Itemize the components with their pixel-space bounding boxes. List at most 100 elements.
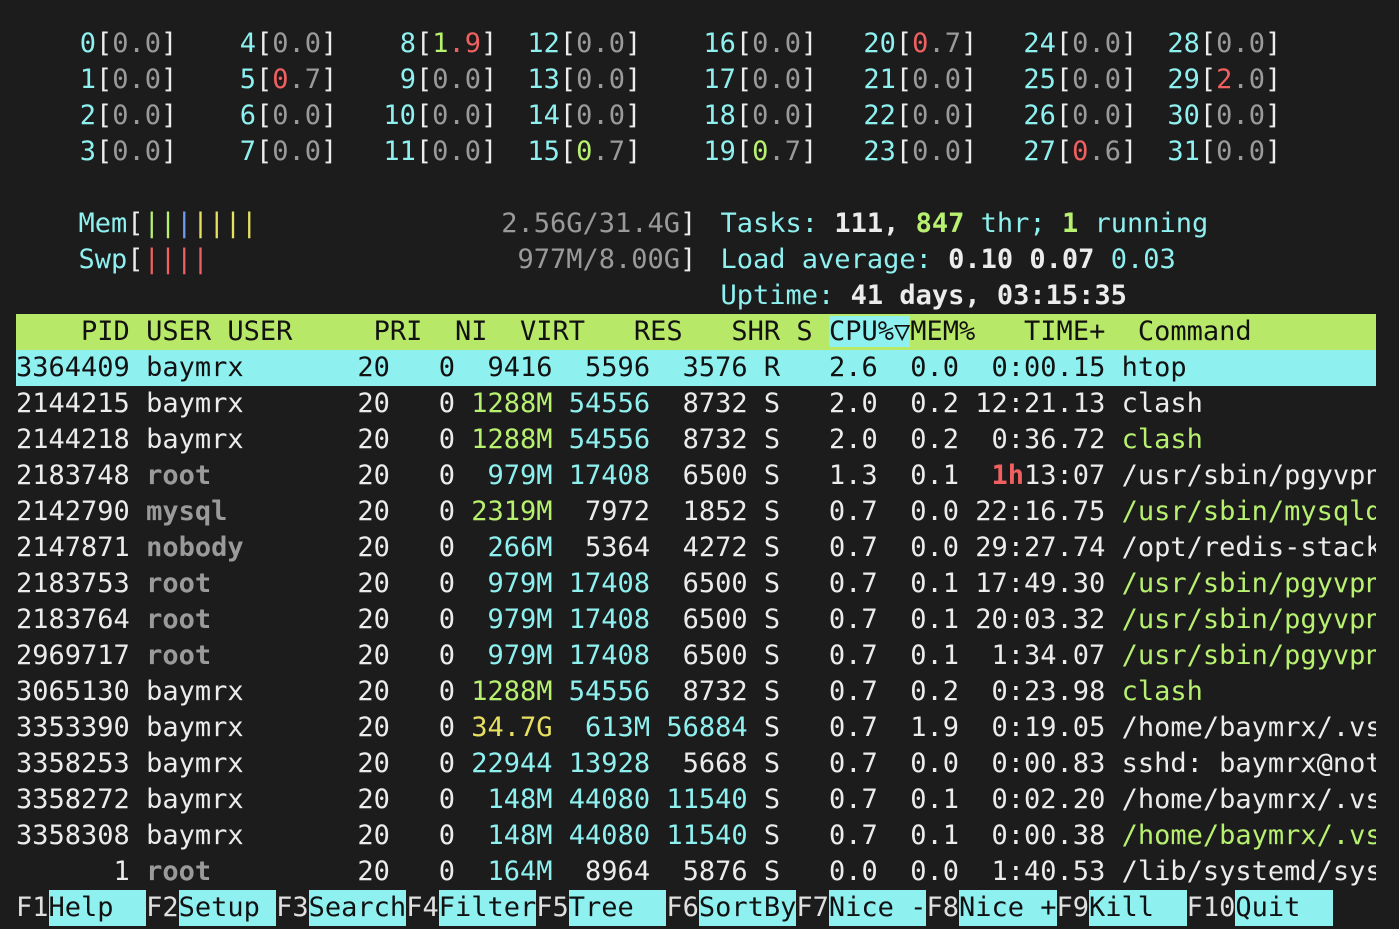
table-row[interactable]: 2969717 root 20 0 979M 17408 6500 S 0.7 … xyxy=(16,638,1376,674)
cpu-usage-frac: .0 xyxy=(128,64,161,95)
fkey-f4-button[interactable]: Filter xyxy=(438,890,537,926)
fkey-f10: F10 xyxy=(1186,892,1236,923)
pid-cell: 2183753 xyxy=(16,568,130,599)
shr-cell: 11540 xyxy=(666,784,748,815)
command-cell: /usr/sbin/mysqld xyxy=(1121,496,1376,527)
command-cell: /opt/redis-stack/bin xyxy=(1121,532,1376,563)
table-row[interactable]: 2183748 root 20 0 979M 17408 6500 S 1.3 … xyxy=(16,458,1376,494)
pid-cell: 3358308 xyxy=(16,820,130,851)
command-cell: /usr/sbin/pgyvpn_svr xyxy=(1121,640,1376,671)
cpu-usage-frac: .0 xyxy=(1232,136,1265,167)
user-cell: baymrx xyxy=(146,784,244,815)
col-mem[interactable]: MEM% xyxy=(910,316,975,347)
fkey-f5-button[interactable]: Tree xyxy=(568,890,667,926)
cpu-usage-frac: .0 xyxy=(768,100,801,131)
tasks-info: Tasks: 111, 847 thr; 1 running xyxy=(720,208,1209,239)
cpu-usage-int: 0 xyxy=(912,64,929,95)
fkey-f9: F9 xyxy=(1056,892,1090,923)
col-cmd[interactable]: Command xyxy=(1105,316,1252,347)
fkey-f2-button[interactable]: Setup xyxy=(178,890,277,926)
table-row[interactable]: 3358308 baymrx 20 0 148M 44080 11540 S 0… xyxy=(16,818,1376,854)
res-cell: 17408 xyxy=(568,460,651,491)
fkey-f6-button[interactable]: SortBy xyxy=(698,890,797,926)
command-cell: clash xyxy=(1121,424,1203,455)
virt-cell: 34.7G xyxy=(471,712,553,743)
table-row[interactable]: 3358253 baymrx 20 0 22944 13928 5668 S 0… xyxy=(16,746,1376,782)
fkey-f3-button[interactable]: Search xyxy=(308,890,407,926)
virt-cell: 164M xyxy=(487,856,553,887)
fkey-f9-button[interactable]: Kill xyxy=(1089,890,1187,926)
col-s[interactable]: S xyxy=(780,316,812,347)
ni-cell: 0 xyxy=(438,640,455,671)
time-cell: 0:00.15 xyxy=(991,352,1106,383)
cpu-id: 9 xyxy=(399,64,416,95)
cpu-usage-int: 0 xyxy=(432,100,449,131)
res-cell: 54556 xyxy=(568,424,651,455)
res-cell: 5596 xyxy=(585,352,651,383)
cpu-id: 28 xyxy=(1167,28,1200,59)
table-row[interactable]: 2144218 baymrx 20 0 1288M 54556 8732 S 2… xyxy=(16,422,1376,458)
cpu-usage-int: 0 xyxy=(272,64,289,95)
mem-cell: 0.1 xyxy=(910,640,959,671)
fkey-f10-button[interactable]: Quit xyxy=(1235,890,1333,926)
cpu-usage-int: 0 xyxy=(272,136,289,167)
cpu-usage-int: 0 xyxy=(112,64,129,95)
state-cell: S xyxy=(763,676,781,707)
user-cell: root xyxy=(146,460,212,491)
col-cpu[interactable]: CPU%▽ xyxy=(828,316,911,347)
col-shr[interactable]: SHR xyxy=(683,316,780,347)
cpu-usage-int: 0 xyxy=(1216,136,1233,167)
cpu-cell: 0.7 xyxy=(828,748,878,779)
cpu-meter-30: 30[0.0] xyxy=(1167,100,1282,131)
col-pid[interactable]: PID xyxy=(16,316,130,347)
table-row[interactable]: 3364409 baymrx 20 0 9416 5596 3576 R 2.6… xyxy=(16,350,1376,386)
table-row[interactable]: 1 root 20 0 164M 8964 5876 S 0.0 0.0 1:4… xyxy=(16,854,1376,890)
cpu-usage-int: 0 xyxy=(912,28,929,59)
table-row[interactable]: 3065130 baymrx 20 0 1288M 54556 8732 S 0… xyxy=(16,674,1376,710)
table-row[interactable]: 3358272 baymrx 20 0 148M 44080 11540 S 0… xyxy=(16,782,1376,818)
command-cell: /lib/systemd/systemd xyxy=(1121,856,1376,887)
col-virt[interactable]: VIRT xyxy=(487,316,585,347)
cpu-cell: 0.7 xyxy=(828,496,878,527)
virt-cell: 1288M xyxy=(471,388,553,419)
col-pri[interactable]: PRI xyxy=(292,316,423,347)
cpu-meter-17: 17[0.0] xyxy=(703,64,818,95)
fkey-f7: F7 xyxy=(796,892,829,923)
virt-cell: 9416 xyxy=(487,352,553,383)
mem-cell: 0.1 xyxy=(910,784,960,815)
cpu-usage-frac: .0 xyxy=(592,28,625,59)
pri-cell: 20 xyxy=(357,424,390,455)
table-row[interactable]: 2142790 mysql 20 0 2319M 7972 1852 S 0.7… xyxy=(16,494,1376,530)
user-cell: baymrx xyxy=(146,352,244,383)
cpu-cell: 0.7 xyxy=(828,712,878,743)
shr-cell: 1852 xyxy=(682,496,748,527)
cpu-usage-frac: .9 xyxy=(448,28,481,59)
cpu-usage-int: 0 xyxy=(432,136,449,167)
cpu-id: 31 xyxy=(1167,136,1200,167)
fkey-f7-button[interactable]: Nice - xyxy=(828,890,927,926)
cpu-meter-3: 3[0.0] xyxy=(79,136,178,167)
col-res[interactable]: RES xyxy=(585,316,683,347)
col-time[interactable]: TIME+ xyxy=(975,316,1105,347)
cpu-meter-11: 11[0.0] xyxy=(383,136,498,167)
cpu-usage-frac: .0 xyxy=(768,28,801,59)
table-row[interactable]: 2144215 baymrx 20 0 1288M 54556 8732 S 2… xyxy=(16,386,1376,422)
table-row[interactable]: 2183753 root 20 0 979M 17408 6500 S 0.7 … xyxy=(16,566,1376,602)
col-ni[interactable]: NI xyxy=(422,316,488,347)
cpu-usage-int: 0 xyxy=(1072,28,1089,59)
table-row[interactable]: 3353390 baymrx 20 0 34.7G 613M 56884 S 0… xyxy=(16,710,1376,746)
cpu-usage-int: 0 xyxy=(576,64,593,95)
user-cell: baymrx xyxy=(146,676,244,707)
fkey-f1-button[interactable]: Help xyxy=(48,890,147,926)
pid-cell: 3065130 xyxy=(16,676,130,707)
pri-cell: 20 xyxy=(357,640,390,671)
state-cell: S xyxy=(763,604,781,635)
fkey-f8-button[interactable]: Nice + xyxy=(958,890,1057,926)
ni-cell: 0 xyxy=(438,532,455,563)
table-row[interactable]: 2147871 nobody 20 0 266M 5364 4272 S 0.7… xyxy=(16,530,1376,566)
table-row[interactable]: 2183764 root 20 0 979M 17408 6500 S 0.7 … xyxy=(16,602,1376,638)
cpu-id: 22 xyxy=(863,100,896,131)
cpu-id: 1 xyxy=(79,64,96,95)
pri-cell: 20 xyxy=(357,676,390,707)
col-user[interactable]: USER USER xyxy=(130,316,292,347)
